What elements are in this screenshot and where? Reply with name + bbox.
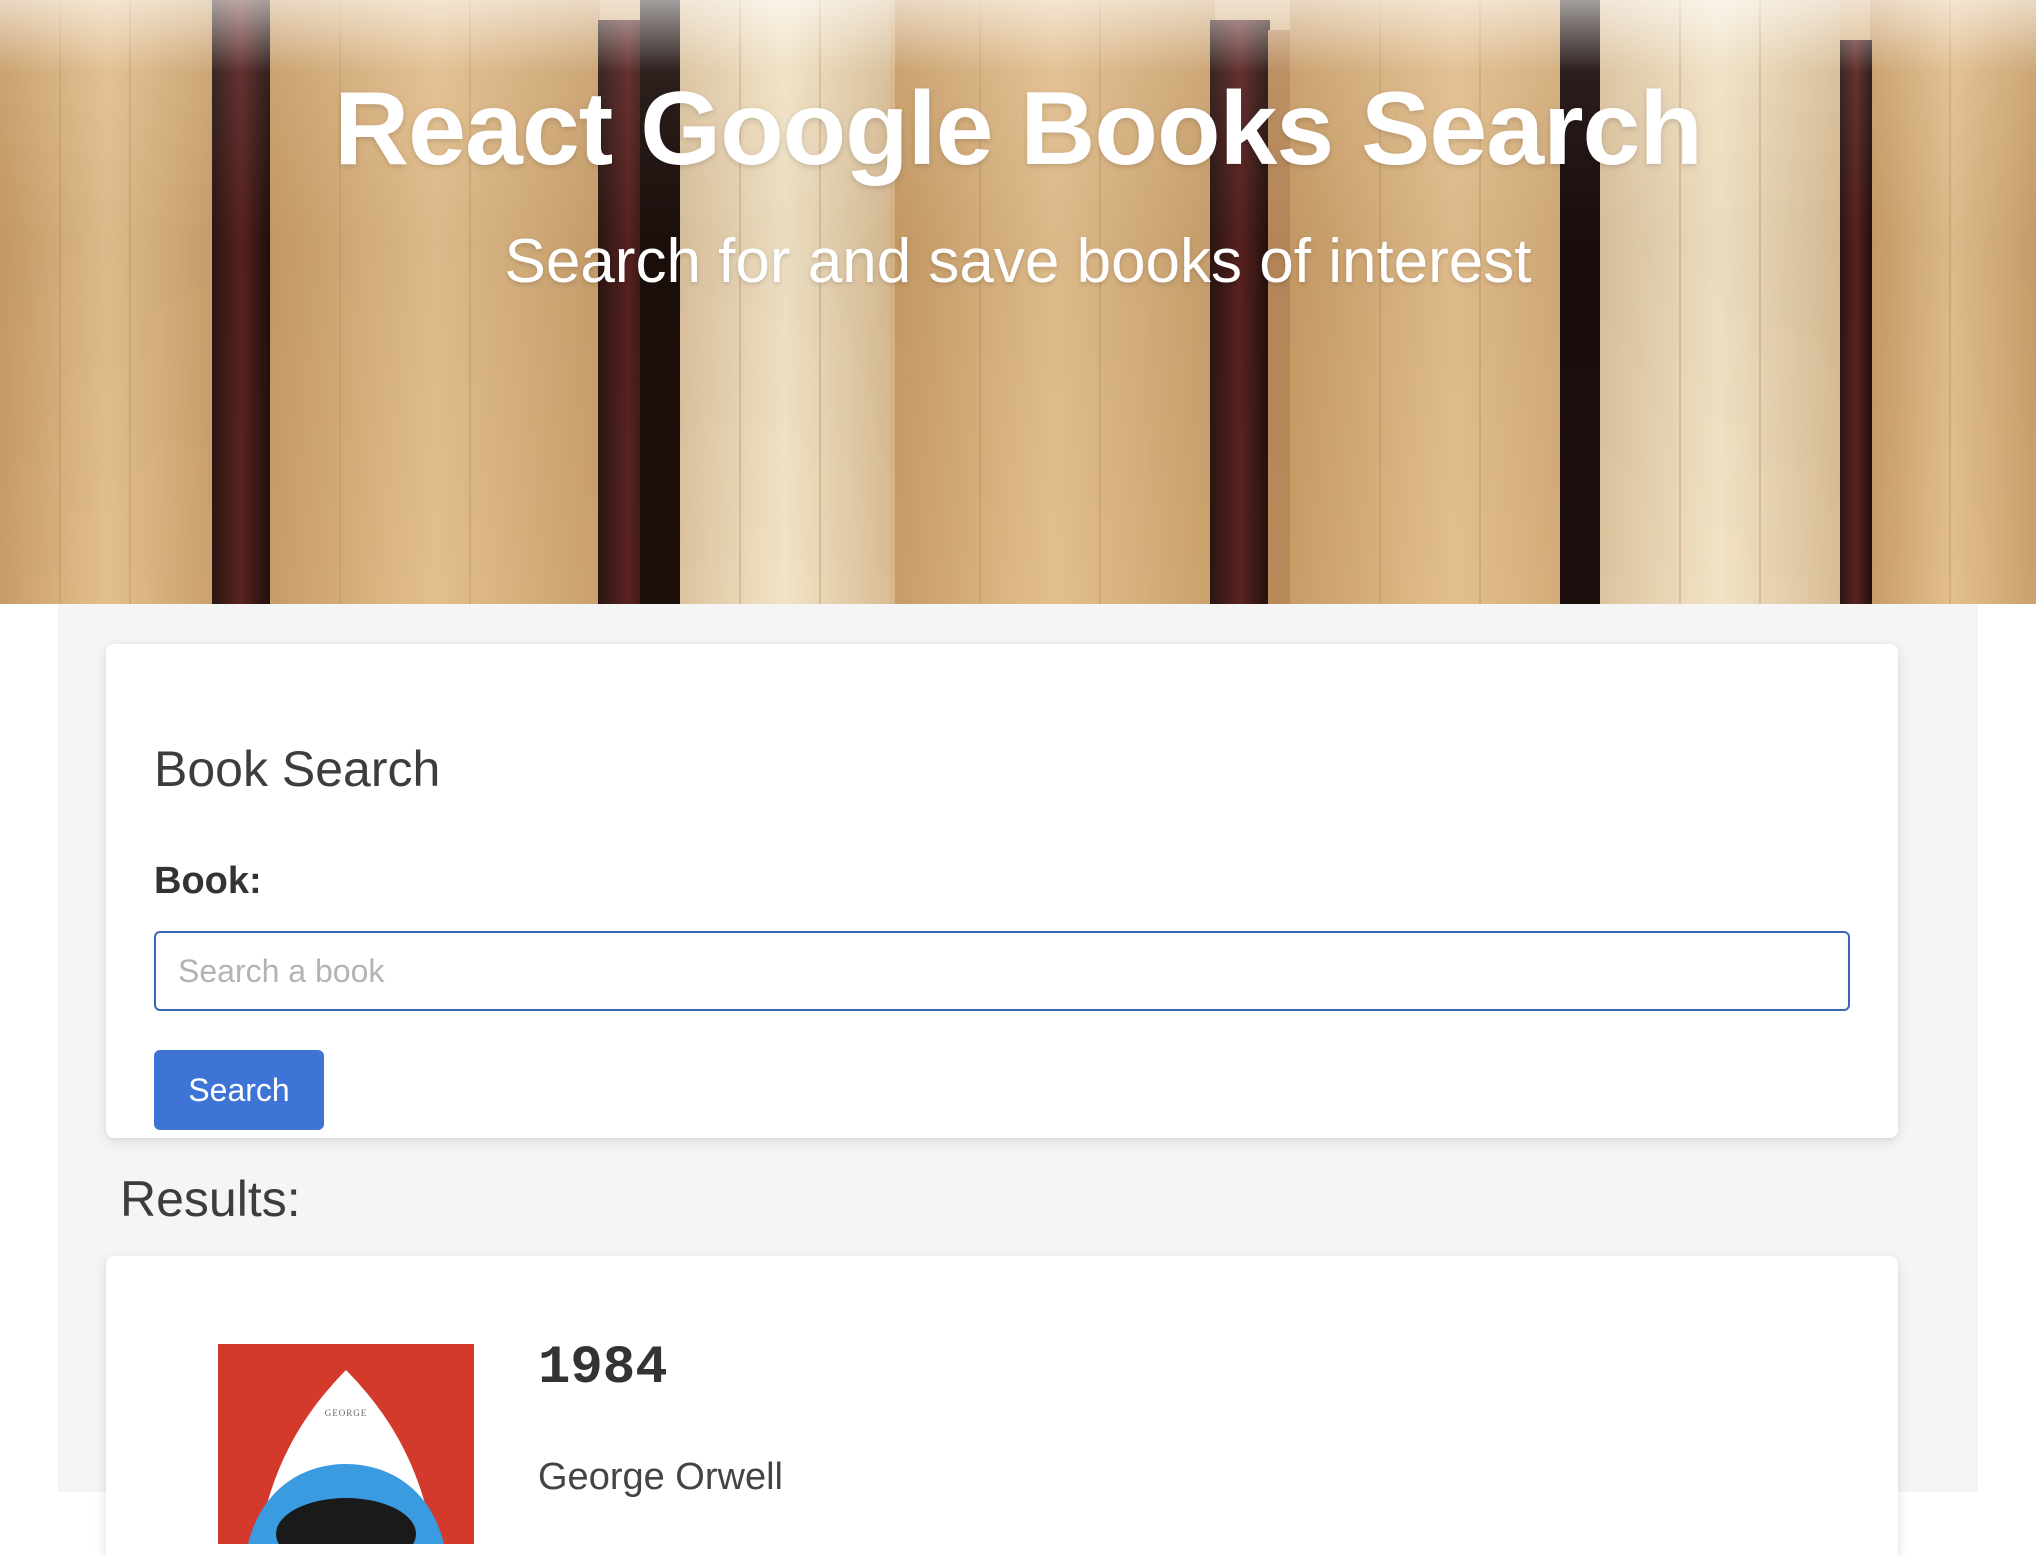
book-search-input[interactable] (154, 931, 1850, 1011)
book-search-card: Book Search Book: Search (106, 644, 1898, 1138)
result-card: GEORGE 1984 George Orwell (106, 1256, 1898, 1556)
page-subtitle: Search for and save books of interest (504, 227, 1532, 296)
svg-text:GEORGE: GEORGE (325, 1408, 368, 1418)
page-title: React Google Books Search (334, 71, 1703, 187)
results-heading: Results: (120, 1171, 301, 1227)
book-search-title: Book Search (154, 741, 441, 797)
hero-banner: React Google Books Search Search for and… (0, 0, 2036, 604)
book-author: George Orwell (538, 1456, 783, 1498)
book-title[interactable]: 1984 (538, 1338, 668, 1399)
main-container: Book Search Book: Search Results: GEORGE… (58, 604, 1978, 1556)
book-field-label: Book: (154, 860, 262, 902)
book-cover-image: GEORGE (218, 1344, 474, 1544)
search-button[interactable]: Search (154, 1050, 324, 1130)
